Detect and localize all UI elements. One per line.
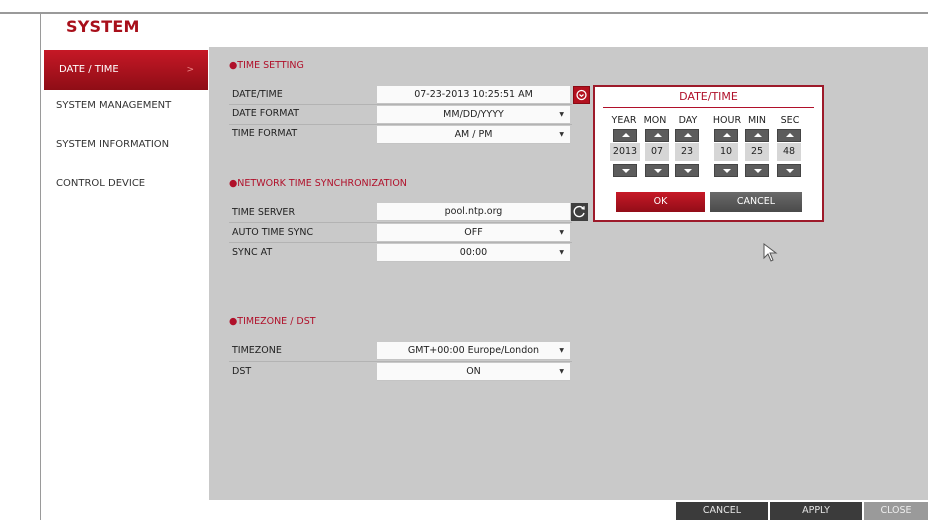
popup-title-underline <box>603 107 814 108</box>
year-label: YEAR <box>611 115 637 126</box>
top-frame-line <box>0 12 928 14</box>
row-divider <box>229 242 572 243</box>
second-value[interactable]: 48 <box>777 143 801 161</box>
minute-down-button[interactable] <box>745 164 769 177</box>
dropdown-arrow-icon: ▼ <box>559 229 564 236</box>
hour-value[interactable]: 10 <box>714 143 738 161</box>
minute-label: MIN <box>747 115 767 126</box>
year-value[interactable]: 2013 <box>610 143 640 161</box>
sidebar-item-control-device[interactable]: CONTROL DEVICE <box>41 164 209 204</box>
hour-label: HOUR <box>712 115 742 126</box>
time-server-field[interactable]: pool.ntp.org <box>377 203 570 221</box>
sidebar-item-system-management[interactable]: SYSTEM MANAGEMENT <box>41 86 209 126</box>
year-up-button[interactable] <box>613 129 637 142</box>
auto-time-sync-label: AUTO TIME SYNC <box>232 227 314 238</box>
section-title-network-time-sync: ●NETWORK TIME SYNCHRONIZATION <box>229 178 407 189</box>
dropdown-arrow-icon: ▼ <box>559 368 564 375</box>
sidebar-item-label: DATE / TIME <box>59 64 119 75</box>
row-divider <box>229 222 572 223</box>
date-format-select[interactable]: MM/DD/YYYY ▼ <box>377 106 570 124</box>
dst-label: DST <box>232 366 252 377</box>
auto-time-sync-select[interactable]: OFF ▼ <box>377 224 570 242</box>
month-up-button[interactable] <box>645 129 669 142</box>
time-format-label: TIME FORMAT <box>232 128 298 139</box>
sidebar-item-label: SYSTEM INFORMATION <box>56 139 170 150</box>
clock-icon <box>576 89 587 101</box>
month-label: MON <box>643 115 667 126</box>
hour-up-button[interactable] <box>714 129 738 142</box>
month-down-button[interactable] <box>645 164 669 177</box>
day-value[interactable]: 23 <box>675 143 699 161</box>
sidebar-item-label: CONTROL DEVICE <box>56 178 146 189</box>
chevron-right-icon: > <box>186 65 194 75</box>
time-server-value: pool.ntp.org <box>444 206 503 217</box>
second-up-button[interactable] <box>777 129 801 142</box>
refresh-icon <box>573 205 585 218</box>
close-button[interactable]: CLOSE <box>864 502 928 520</box>
popup-cancel-button[interactable]: CANCEL <box>710 192 802 212</box>
sync-at-label: SYNC AT <box>232 247 273 258</box>
minute-up-button[interactable] <box>745 129 769 142</box>
row-divider <box>229 361 572 362</box>
sidebar-item-system-information[interactable]: SYSTEM INFORMATION <box>41 125 209 165</box>
date-format-value: MM/DD/YYYY <box>443 109 504 120</box>
sync-at-select[interactable]: 00:00 ▼ <box>377 244 570 262</box>
day-label: DAY <box>678 115 698 126</box>
clock-button[interactable] <box>573 86 590 104</box>
section-title-time-setting: ●TIME SETTING <box>229 60 304 71</box>
second-label: SEC <box>780 115 800 126</box>
date-time-label: DATE/TIME <box>232 89 283 100</box>
sidebar-item-date-time[interactable]: DATE / TIME > <box>44 50 208 90</box>
second-down-button[interactable] <box>777 164 801 177</box>
minute-value[interactable]: 25 <box>745 143 769 161</box>
day-down-button[interactable] <box>675 164 699 177</box>
apply-button[interactable]: APPLY <box>770 502 862 520</box>
time-server-label: TIME SERVER <box>232 207 296 218</box>
mouse-cursor-icon <box>763 243 778 262</box>
year-down-button[interactable] <box>613 164 637 177</box>
sync-at-value: 00:00 <box>459 247 488 258</box>
sync-button[interactable] <box>571 203 588 221</box>
date-format-label: DATE FORMAT <box>232 108 300 119</box>
popup-ok-button[interactable]: OK <box>616 192 705 212</box>
popup-title: DATE/TIME <box>679 90 738 103</box>
sidebar: DATE / TIME > SYSTEM MANAGEMENT SYSTEM I… <box>41 47 209 520</box>
dropdown-arrow-icon: ▼ <box>559 249 564 256</box>
dst-value: ON <box>466 366 481 377</box>
sidebar-item-label: SYSTEM MANAGEMENT <box>56 100 172 111</box>
hour-down-button[interactable] <box>714 164 738 177</box>
date-time-field[interactable]: 07-23-2013 10:25:51 AM <box>377 86 570 104</box>
section-title-timezone-dst: ●TIMEZONE / DST <box>229 316 316 327</box>
dropdown-arrow-icon: ▼ <box>559 347 564 354</box>
date-time-value: 07-23-2013 10:25:51 AM <box>414 89 533 100</box>
dropdown-arrow-icon: ▼ <box>559 111 564 118</box>
timezone-select[interactable]: GMT+00:00 Europe/London ▼ <box>377 342 570 360</box>
time-format-value: AM / PM <box>454 129 493 140</box>
dst-select[interactable]: ON ▼ <box>377 363 570 381</box>
timezone-label: TIMEZONE <box>232 345 282 356</box>
date-time-popup: DATE/TIME YEAR MON DAY HOUR MIN SEC 2013… <box>593 85 824 222</box>
cancel-button[interactable]: CANCEL <box>676 502 768 520</box>
page-title: SYSTEM <box>66 17 140 36</box>
timezone-value: GMT+00:00 Europe/London <box>407 345 540 356</box>
row-divider <box>229 124 572 125</box>
time-format-select[interactable]: AM / PM ▼ <box>377 126 570 144</box>
month-value[interactable]: 07 <box>645 143 669 161</box>
day-up-button[interactable] <box>675 129 699 142</box>
row-divider <box>229 104 572 105</box>
auto-time-sync-value: OFF <box>464 227 483 238</box>
dropdown-arrow-icon: ▼ <box>559 131 564 138</box>
